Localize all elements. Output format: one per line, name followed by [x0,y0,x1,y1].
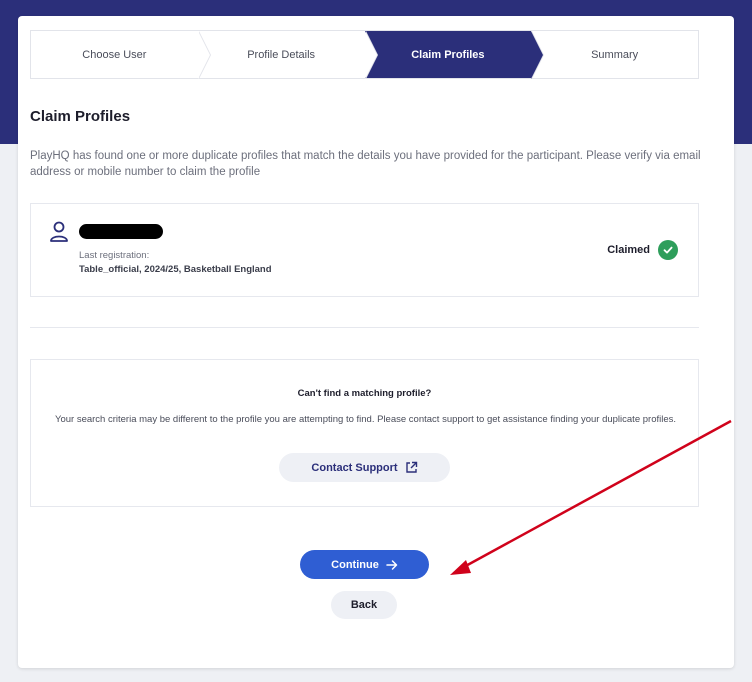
continue-label: Continue [331,558,379,571]
section-divider [30,327,699,328]
last-registration-value: Table_official, 2024/25, Basketball Engl… [79,264,272,275]
step-summary[interactable]: Summary [531,31,698,78]
step-profile-details[interactable]: Profile Details [197,31,378,79]
page-description: PlayHQ has found one or more duplicate p… [30,150,701,178]
contact-support-label: Contact Support [311,461,398,474]
step-label: Profile Details [247,48,316,61]
step-label: Choose User [82,48,147,61]
contact-support-button[interactable]: Contact Support [279,453,450,482]
step-label: Claim Profiles [411,48,485,61]
continue-button[interactable]: Continue [300,550,429,579]
claimed-status: Claimed [607,240,678,260]
help-text: Your search criteria may be different to… [54,414,677,425]
arrow-right-icon [386,559,398,570]
step-label: Summary [591,48,639,61]
no-match-help-box: Can't find a matching profile? Your sear… [30,359,699,507]
profile-card[interactable]: Last registration: Table_official, 2024/… [30,203,699,297]
page-title: Claim Profiles [30,108,131,125]
back-label: Back [350,599,378,611]
help-title: Can't find a matching profile? [297,388,432,399]
external-link-icon [405,461,417,473]
check-circle-icon [658,240,678,260]
progress-stepper: Choose User Profile Details Claim Profil… [30,30,699,79]
last-registration-label: Last registration: [79,250,150,261]
step-choose-user[interactable]: Choose User [31,31,211,79]
back-button[interactable]: Back [331,591,397,619]
redacted-name [79,224,163,239]
user-icon [50,221,68,242]
claimed-label: Claimed [607,244,650,256]
step-claim-profiles[interactable]: Claim Profiles [364,31,545,79]
